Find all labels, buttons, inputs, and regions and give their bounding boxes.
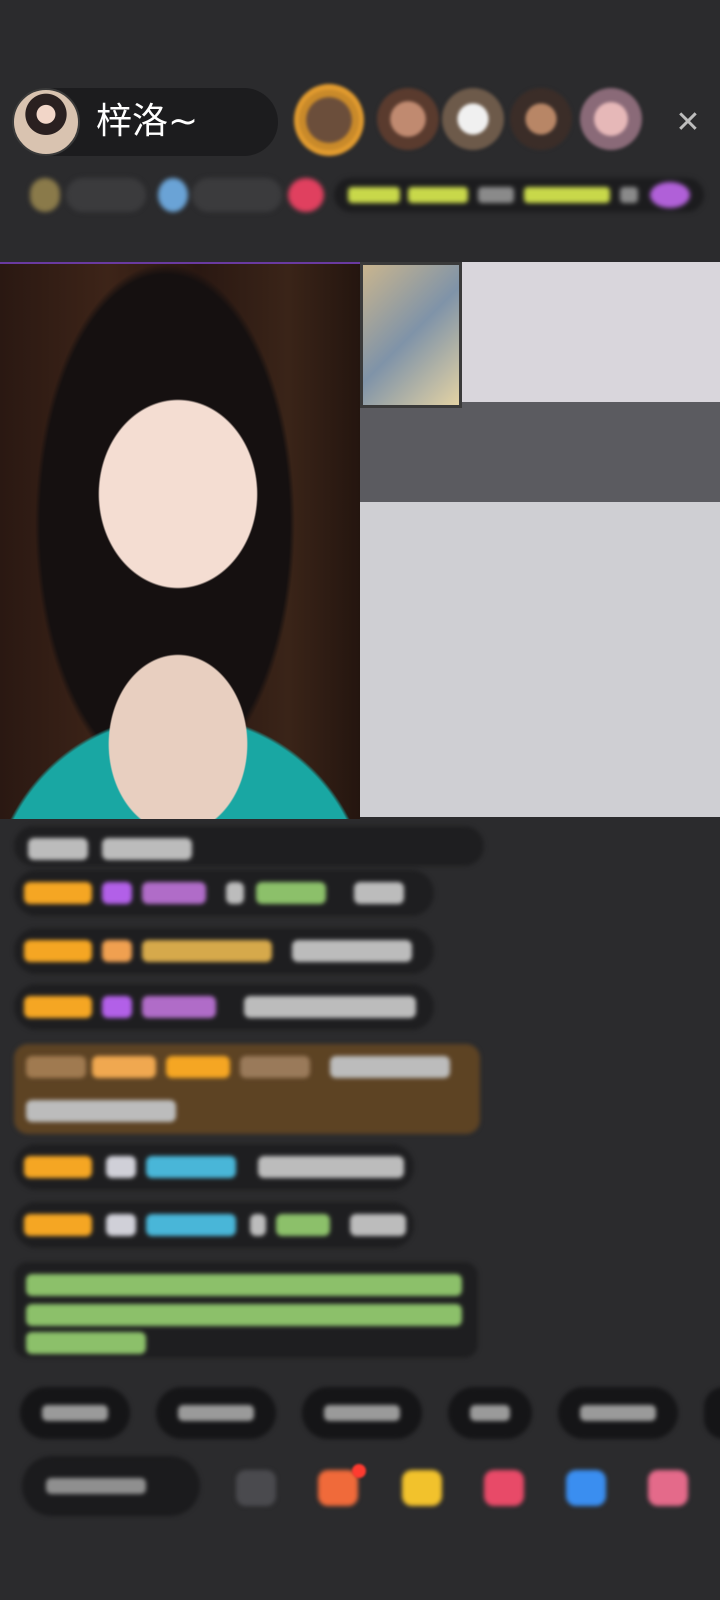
- rank-label: [66, 178, 146, 212]
- host-profile-pill[interactable]: 梓洛~: [12, 88, 278, 156]
- host-video-left[interactable]: [0, 262, 360, 819]
- quick-reply-6[interactable]: [704, 1387, 720, 1439]
- quick-reply-5[interactable]: [558, 1387, 678, 1439]
- quick-reply-2[interactable]: [156, 1387, 276, 1439]
- top-bar: 梓洛~ ✕: [0, 0, 720, 260]
- bottom-toolbar: [0, 1448, 720, 1538]
- chat-message[interactable]: [14, 1202, 414, 1248]
- chat-message[interactable]: [14, 928, 434, 974]
- announcement-ticker[interactable]: [16, 172, 704, 220]
- scrolling-banner[interactable]: [334, 178, 704, 212]
- quick-reply-4[interactable]: [448, 1387, 532, 1439]
- game-icon[interactable]: [566, 1470, 606, 1506]
- emoji-icon[interactable]: [236, 1470, 276, 1506]
- chat-message: [14, 826, 484, 866]
- top-viewer-avatar-3[interactable]: [442, 88, 504, 150]
- hot-icon: [288, 178, 324, 212]
- host-avatar[interactable]: [12, 88, 80, 156]
- host-name: 梓洛~: [96, 101, 199, 142]
- guest-video-right[interactable]: [360, 262, 720, 817]
- wall-poster: [360, 262, 462, 408]
- top-viewer-avatar-5[interactable]: [580, 88, 642, 150]
- highlighted-chat-message[interactable]: [14, 1044, 480, 1134]
- chat-message[interactable]: [14, 1144, 414, 1190]
- top-viewer-avatar-4[interactable]: [510, 88, 572, 150]
- quick-reply-1[interactable]: [20, 1387, 130, 1439]
- rank-icon: [30, 178, 60, 212]
- treasure-icon[interactable]: [402, 1470, 442, 1506]
- heart-gift-icon[interactable]: [484, 1470, 524, 1506]
- notification-dot: [352, 1464, 366, 1478]
- close-icon[interactable]: ✕: [668, 103, 708, 143]
- fan-icon: [158, 178, 188, 212]
- fan-label: [192, 178, 282, 212]
- chat-message[interactable]: [14, 984, 434, 1030]
- chat-message[interactable]: [14, 870, 434, 916]
- gift-box-icon[interactable]: [318, 1470, 358, 1506]
- top-viewer-avatar-2[interactable]: [377, 88, 439, 150]
- system-notice: [14, 1262, 478, 1358]
- top-viewer-avatar-1[interactable]: [294, 84, 364, 156]
- quick-reply-3[interactable]: [302, 1387, 422, 1439]
- more-gift-icon[interactable]: [648, 1470, 688, 1506]
- chat-input[interactable]: [22, 1456, 200, 1516]
